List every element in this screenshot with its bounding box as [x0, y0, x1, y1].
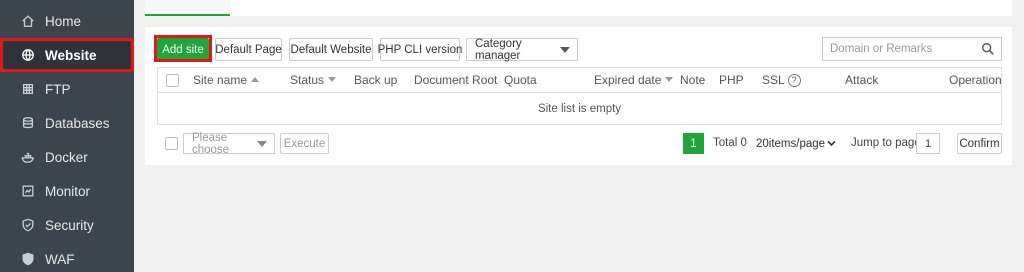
sidebar-item-website[interactable]: Website: [0, 38, 134, 72]
footer-select-checkbox[interactable]: [165, 137, 178, 150]
jump-page-input[interactable]: 1: [916, 133, 940, 154]
column-header-document-root: Document Root: [414, 73, 498, 87]
column-header-note: Note: [680, 73, 706, 87]
batch-action-placeholder: Please choose: [192, 131, 230, 156]
database-icon: [20, 115, 36, 131]
page-size-select[interactable]: 20items/page: [750, 133, 839, 154]
sidebar-item-monitor[interactable]: Monitor: [0, 174, 134, 208]
sidebar-item-label: Docker: [45, 149, 88, 165]
waf-shield-icon: [20, 251, 36, 267]
search-input[interactable]: [823, 38, 973, 60]
search-box: [822, 37, 1002, 61]
column-header-site-name[interactable]: Site name: [193, 68, 260, 93]
tab-active[interactable]: [145, 0, 230, 16]
column-header-quota: Quota: [504, 73, 537, 87]
column-header-status[interactable]: Status: [290, 68, 337, 93]
column-header-php: PHP: [719, 73, 744, 87]
tab-strip: [145, 0, 1012, 16]
sidebar-item-waf[interactable]: WAF: [0, 242, 134, 272]
column-header-expired-date[interactable]: Expired date: [594, 68, 674, 93]
sidebar-item-ftp[interactable]: FTP: [0, 72, 134, 106]
highlight-box: [154, 35, 212, 62]
search-icon[interactable]: [981, 42, 995, 56]
page-number-current[interactable]: 1: [683, 133, 704, 154]
sidebar: Home Website FTP Databases Docker Monito…: [0, 0, 134, 272]
table-header: Site name Status Back up Document Root Q…: [158, 68, 1002, 93]
sort-down-icon: [328, 77, 337, 83]
sidebar-item-label: Website: [45, 47, 97, 63]
sidebar-item-label: Databases: [45, 115, 110, 131]
empty-state-text: Site list is empty: [537, 103, 622, 115]
select-all-checkbox[interactable]: [166, 74, 179, 87]
ftp-icon: [20, 81, 36, 97]
php-cli-version-button[interactable]: PHP CLI version: [378, 38, 462, 61]
shield-icon: [20, 217, 36, 233]
page-size-label: 20items/page: [756, 137, 826, 150]
sidebar-item-databases[interactable]: Databases: [0, 106, 134, 140]
batch-action-select[interactable]: Please choose: [183, 131, 275, 156]
default-website-button[interactable]: Default Website: [289, 38, 373, 61]
globe-icon: [20, 47, 36, 63]
total-count: Total 0: [713, 137, 747, 149]
sidebar-item-label: Monitor: [45, 183, 91, 199]
column-header-operation: Operation: [949, 73, 1002, 87]
site-table: Site name Status Back up Document Root Q…: [157, 67, 1002, 125]
sidebar-item-home[interactable]: Home: [0, 4, 134, 38]
sidebar-item-security[interactable]: Security: [0, 208, 134, 242]
sort-down-icon: [665, 77, 674, 83]
chevron-down-icon: [257, 141, 267, 147]
category-manager-label: Category manager: [475, 37, 522, 62]
execute-button[interactable]: Execute: [280, 133, 329, 154]
column-header-attack: Attack: [845, 73, 879, 87]
default-page-button[interactable]: Default Page: [215, 38, 282, 61]
sidebar-item-docker[interactable]: Docker: [0, 140, 134, 174]
home-icon: [20, 13, 36, 29]
sidebar-item-label: WAF: [45, 251, 75, 267]
chevron-down-icon: [827, 140, 836, 147]
category-manager-select[interactable]: Category manager: [466, 37, 578, 62]
docker-icon: [20, 149, 36, 165]
column-header-ssl: SSL?: [762, 68, 801, 93]
chevron-down-icon: [560, 47, 570, 53]
sort-up-icon: [251, 77, 260, 83]
column-header-back-up: Back up: [354, 73, 398, 87]
monitor-icon: [20, 183, 36, 199]
jump-to-page-label: Jump to page: [851, 137, 921, 149]
sidebar-item-label: Home: [45, 13, 82, 29]
help-icon[interactable]: ?: [787, 74, 801, 88]
sidebar-item-label: Security: [45, 217, 94, 233]
sidebar-item-label: FTP: [45, 81, 71, 97]
confirm-button[interactable]: Confirm: [957, 133, 1002, 154]
